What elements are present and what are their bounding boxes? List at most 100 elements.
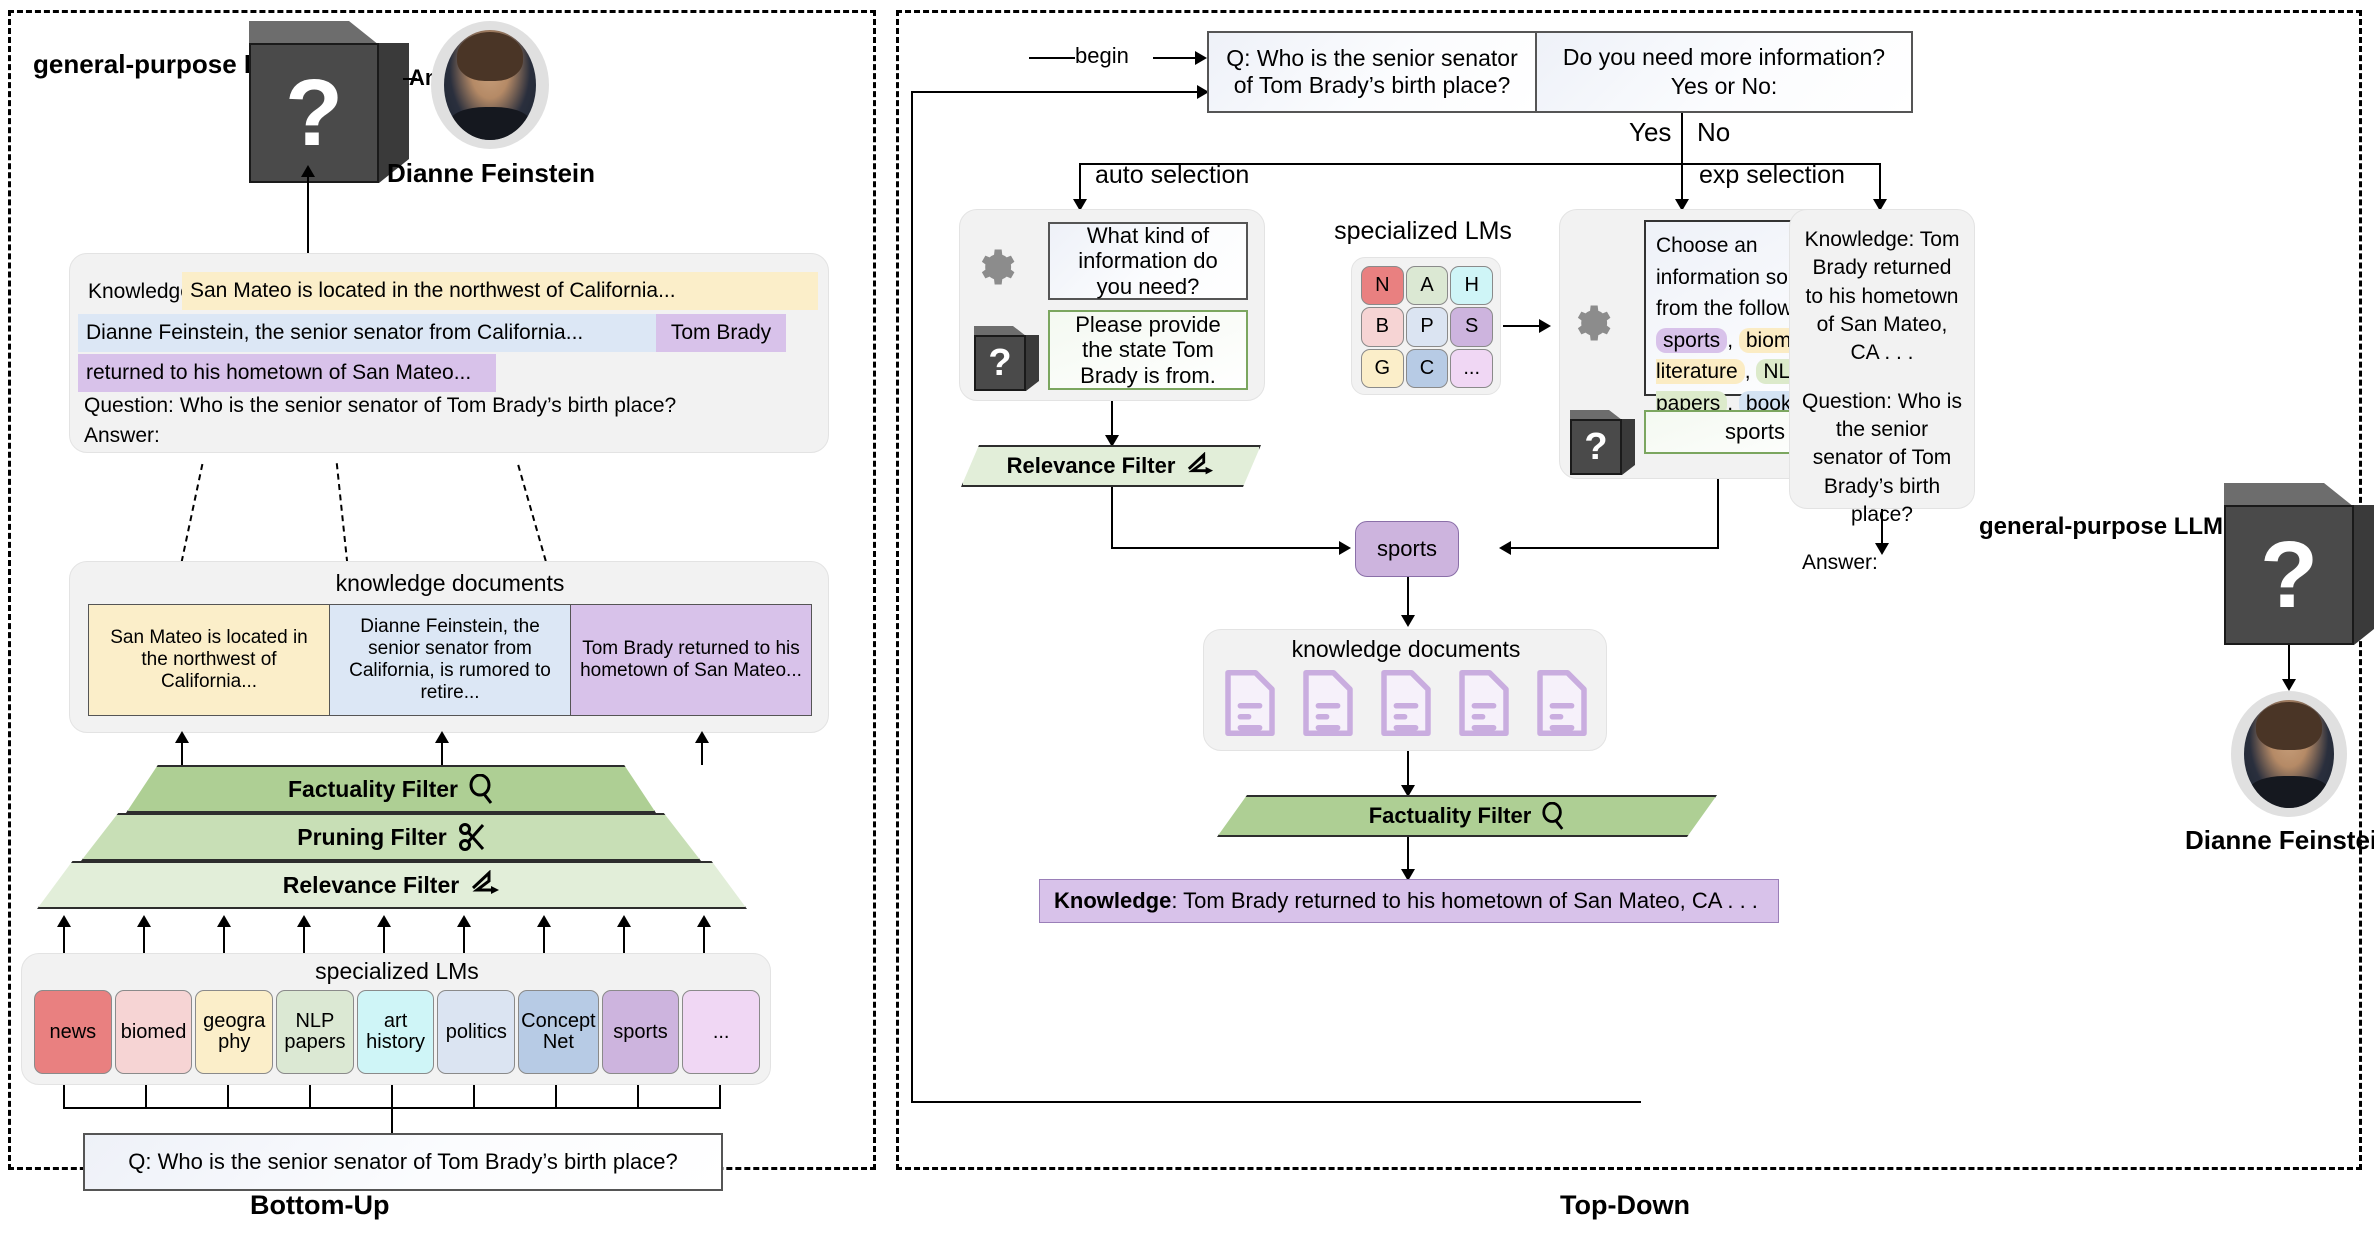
llm-to-avatar-arrow: [2282, 679, 2296, 691]
relevance-to-sports-vline: [1111, 487, 1113, 547]
tag-tom-brady: Tom Brady: [656, 314, 786, 352]
lm-chip-politics[interactable]: politics: [437, 990, 516, 1074]
question-bus: [63, 1085, 753, 1133]
factuality-filter-right-label: Factuality Filter: [1368, 803, 1532, 828]
avatar-photo: [2243, 699, 2335, 809]
knowledge-doc-card: Tom Brady returned to his hometown of Sa…: [571, 604, 812, 716]
avatar-dianne-feinstein: [431, 21, 549, 149]
factuality-filter-right[interactable]: Factuality Filter: [1217, 795, 1717, 837]
no-branch-knowledge-box: Knowledge: Tom Brady returned to his hom…: [1789, 209, 1975, 574]
lm-cell-n[interactable]: N: [1361, 266, 1404, 306]
left-knowledge-documents-box: knowledge documents San Mateo is located…: [69, 561, 829, 733]
lm-tick: [703, 923, 705, 953]
lm-cell-more[interactable]: ...: [1450, 348, 1493, 388]
prompt-to-llm-arrowhead: [301, 165, 315, 177]
lm-tick-head: [457, 915, 471, 927]
right-llm-label: general-purpose LLM: [1979, 513, 2224, 540]
relevance-to-sports-arrow: [1339, 541, 1351, 555]
gear-icon: [981, 249, 1015, 285]
lm-chip-sports[interactable]: sports: [601, 990, 680, 1074]
right-specialized-lms-title: specialized LMs: [1334, 217, 1512, 245]
exp-option-sports[interactable]: sports: [1656, 327, 1728, 353]
filter-to-docs-arrow-c: [695, 731, 709, 743]
answer-edge-line: [403, 78, 417, 80]
decision-stem: [1681, 113, 1683, 163]
lm-cell-g[interactable]: G: [1361, 348, 1404, 388]
lms-to-exp-line: [1503, 325, 1541, 327]
lm-tick: [223, 923, 225, 953]
lms-to-exp-arrow: [1539, 319, 1551, 333]
exp-to-sports-hline: [1507, 547, 1719, 549]
relevance-filter-left[interactable]: Relevance Filter: [37, 861, 747, 909]
question-bus-riser: [391, 1107, 393, 1133]
factuality-filter-left[interactable]: Factuality Filter: [126, 765, 656, 813]
relevance-to-sports-hline: [1111, 547, 1341, 549]
relevance-filter-right[interactable]: Relevance Filter: [961, 445, 1261, 487]
lm-cell-b[interactable]: B: [1361, 307, 1404, 347]
lm-chip-biomed[interactable]: biomed: [114, 990, 193, 1074]
document-icon: [1459, 670, 1509, 736]
lm-cell-c[interactable]: C: [1405, 348, 1449, 388]
feedback-loop-top: [911, 91, 1199, 93]
left-question-box[interactable]: Q: Who is the senior senator of Tom Brad…: [83, 1133, 723, 1191]
lm-chip-art-history[interactable]: art history: [356, 990, 435, 1074]
lm-tick: [383, 923, 385, 953]
lm-chip-more[interactable]: ...: [682, 990, 760, 1074]
right-knowledge-documents-box: knowledge documents: [1203, 629, 1607, 751]
avatar-hair: [456, 32, 524, 81]
lm-tick: [543, 923, 545, 953]
knowledge-doc-row: San Mateo is located in the northwest of…: [88, 604, 812, 716]
exp-to-sports-arrow: [1499, 541, 1511, 555]
cube-top-face: [2224, 483, 2354, 507]
document-icon: [1225, 670, 1275, 736]
doc-icon-row: [1222, 670, 1590, 736]
prompt-to-llm-line: [307, 173, 309, 253]
lm-to-filter-arrows: [33, 913, 753, 953]
question-bus-stub: [473, 1085, 475, 1107]
yes-label: Yes: [1629, 117, 1672, 147]
lm-chip-geography[interactable]: geogra phy: [195, 990, 274, 1074]
exp-selection-label: exp selection: [1699, 161, 1845, 189]
lm-cell-h[interactable]: H: [1450, 266, 1493, 306]
left-specialized-lms-box: specialized LMs news biomed geogra phy N…: [21, 953, 771, 1085]
lm-tick-head: [297, 915, 311, 927]
cube-front-face: ?: [1570, 419, 1622, 475]
question-bus-stub: [637, 1085, 639, 1107]
doc-connector-2: [335, 463, 349, 563]
lm-tick-head: [217, 915, 231, 927]
avatar-caption: Dianne Feinstein: [2184, 825, 2374, 855]
question-bus-stub: [391, 1085, 393, 1107]
right-specialized-lms-box: N A H B P S G C ...: [1351, 257, 1501, 395]
lm-cell-s[interactable]: S: [1450, 307, 1493, 347]
gear-icon: [1577, 305, 1611, 341]
prompt-answer-line: Answer:: [84, 424, 160, 447]
question-bus-stub: [309, 1085, 311, 1107]
no-branch-to-llm-arrow: [1875, 543, 1889, 555]
exp-to-sports-vline: [1717, 479, 1719, 547]
filter-to-docs-arrow-a: [175, 731, 189, 743]
lm-cell-a[interactable]: A: [1405, 266, 1449, 306]
lm-chip-conceptnet[interactable]: Concept Net: [518, 990, 599, 1074]
question-bus-stub: [555, 1085, 557, 1107]
lm-chip-nlp-papers[interactable]: NLP papers: [276, 990, 354, 1074]
feedback-loop-bottom: [911, 1101, 1641, 1103]
auto-selection-label: auto selection: [1095, 161, 1250, 189]
lm-tick-head: [57, 915, 71, 927]
avatar-hair: [2256, 701, 2322, 750]
begin-line-left: [1029, 57, 1075, 59]
pruning-filter-left[interactable]: Pruning Filter: [81, 813, 701, 861]
lm-cell-p[interactable]: P: [1405, 307, 1449, 347]
knowledge-doc-card: San Mateo is located in the northwest of…: [88, 604, 330, 716]
document-icon: [1537, 670, 1587, 736]
cube-side-face: [1026, 335, 1039, 391]
cube-side-face: [1622, 419, 1635, 475]
question-bus-stub: [719, 1085, 721, 1107]
lm-tick-head: [137, 915, 151, 927]
document-icon: [1381, 670, 1431, 736]
lm-chip-news[interactable]: news: [34, 990, 112, 1074]
knowledge-result-bar: Knowledge: Tom Brady returned to his hom…: [1039, 879, 1779, 923]
right-specialized-lms-grid: N A H B P S G C ...: [1361, 266, 1493, 388]
bottom-up-panel: general-purpose LLM ? Answer:→ Dianne Fe…: [8, 10, 876, 1191]
left-prompt-box: Knowledge: San Mateo is located in the n…: [69, 253, 829, 453]
selected-source-node[interactable]: sports: [1355, 521, 1459, 577]
